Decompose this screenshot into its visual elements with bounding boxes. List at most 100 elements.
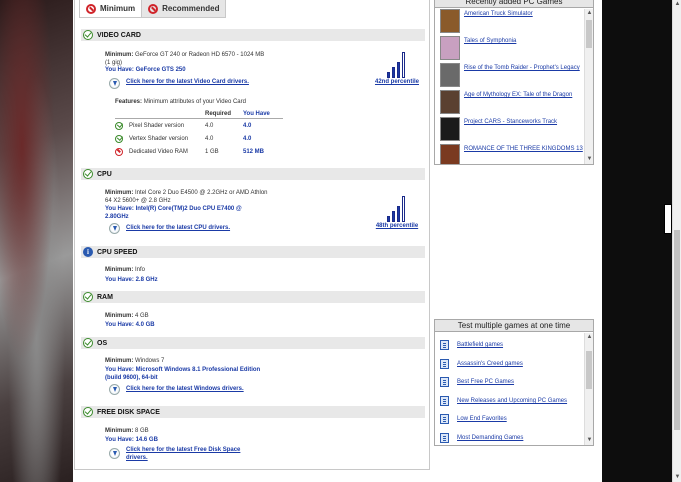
list-item[interactable]: Best Free PC Games — [440, 377, 514, 387]
multi-games-box: Test multiple games at one time Battlefi… — [434, 319, 594, 446]
game-thumbnail[interactable] — [440, 144, 460, 164]
multi-game-link[interactable]: Assassin's Creed games — [457, 361, 523, 367]
tab-minimum-label: Minimum — [100, 4, 136, 13]
list-item[interactable]: Most Demanding Games — [440, 433, 523, 443]
scroll-down-arrow-icon[interactable]: ▼ — [585, 155, 594, 164]
video-card-driver-link[interactable]: Click here for the latest Video Card dri… — [126, 79, 249, 87]
download-icon[interactable] — [109, 78, 120, 89]
multi-scrollbar-thumb[interactable] — [586, 351, 592, 389]
multi-games-title: Test multiple games at one time — [435, 320, 593, 332]
video-card-title: VIDEO CARD — [97, 31, 141, 39]
percentile-bars-icon — [369, 196, 425, 222]
page-scrollbar-thumb[interactable] — [674, 230, 680, 430]
col-you-have: You Have — [243, 110, 270, 117]
video-card-percentile[interactable]: 42nd percentile — [369, 52, 425, 85]
game-link[interactable]: ROMANCE OF THE THREE KINGDOMS 13 — [464, 144, 583, 164]
recent-games-title: Recently added PC Games — [435, 0, 593, 8]
minimum-value: Info — [135, 267, 146, 273]
download-icon[interactable] — [109, 223, 120, 234]
scroll-down-arrow-icon[interactable]: ▼ — [585, 436, 594, 445]
game-link[interactable]: American Truck Simulator — [464, 9, 583, 33]
tab-recommended-label: Recommended — [162, 4, 220, 13]
recent-games-scrollbar[interactable]: ▲ ▼ — [584, 9, 593, 164]
list-item[interactable]: Rise of the Tomb Raider - Prophet's Lega… — [440, 63, 583, 87]
minimum-value-cont: 64 X2 5600+ @ 2.8 GHz — [105, 197, 171, 204]
cpu-speed-header: i CPU SPEED — [81, 246, 425, 258]
background-art-right — [602, 0, 672, 482]
recent-games-list: American Truck Simulator Tales of Sympho… — [435, 9, 583, 164]
multi-games-scrollbar[interactable]: ▲ ▼ — [584, 333, 593, 445]
multi-game-link[interactable]: Battlefield games — [457, 342, 503, 348]
download-icon[interactable] — [109, 448, 120, 459]
download-icon[interactable] — [109, 384, 120, 395]
page-scrollbar[interactable]: ▲ ▼ — [672, 0, 681, 482]
tab-recommended[interactable]: Recommended — [142, 0, 227, 18]
os-minimum: Minimum: Windows 7 — [105, 358, 164, 366]
fail-icon — [115, 147, 123, 156]
pass-check-icon — [83, 30, 93, 40]
cpu-driver-link[interactable]: Click here for the latest CPU drivers. — [126, 225, 230, 233]
multi-game-link[interactable]: Best Free PC Games — [457, 379, 514, 385]
table-row: Pixel Shader version 4.0 4.0 — [115, 119, 283, 132]
game-thumbnail[interactable] — [440, 9, 460, 33]
game-thumbnail[interactable] — [440, 36, 460, 60]
game-thumbnail[interactable] — [440, 117, 460, 141]
game-link[interactable]: Rise of the Tomb Raider - Prophet's Lega… — [464, 63, 583, 87]
cpu-percentile[interactable]: 48th percentile — [369, 196, 425, 229]
scroll-down-arrow-icon[interactable]: ▼ — [673, 473, 681, 482]
video-card-header: VIDEO CARD — [81, 29, 425, 41]
scroll-up-arrow-icon[interactable]: ▲ — [585, 9, 594, 18]
list-item[interactable]: Low End Favorites — [440, 414, 507, 424]
list-item[interactable]: Assassin's Creed games — [440, 359, 523, 369]
minimum-value-cont: (1 gig) — [105, 59, 123, 66]
multi-game-link[interactable]: Low End Favorites — [457, 416, 507, 422]
percentile-label[interactable]: 48th percentile — [369, 223, 425, 229]
game-link[interactable]: Age of Mythology EX: Tale of the Dragon — [464, 90, 583, 114]
list-item[interactable]: Age of Mythology EX: Tale of the Dragon — [440, 90, 583, 114]
minimum-label: Minimum: — [105, 358, 134, 364]
list-item[interactable]: Tales of Symphonia — [440, 36, 583, 60]
os-header: OS — [81, 337, 425, 349]
list-icon — [440, 433, 449, 443]
scroll-up-arrow-icon[interactable]: ▲ — [585, 333, 594, 342]
game-link[interactable]: Tales of Symphonia — [464, 36, 583, 60]
list-item[interactable]: Battlefield games — [440, 340, 503, 350]
fail-icon — [148, 3, 159, 14]
list-item[interactable]: American Truck Simulator — [440, 9, 583, 33]
requirements-panel: Minimum Recommended VIDEO CARD Minimum: … — [74, 0, 430, 470]
list-item[interactable]: Project CARS - Stanceworks Track — [440, 117, 583, 141]
ram-you-have: You Have: 4.0 GB — [105, 322, 155, 328]
pass-check-icon — [83, 169, 93, 179]
list-item[interactable]: ROMANCE OF THE THREE KINGDOMS 13 — [440, 144, 583, 164]
game-link[interactable]: Project CARS - Stanceworks Track — [464, 117, 583, 141]
cpu-title: CPU — [97, 170, 112, 178]
features-value: Minimum attributes of your Video Card — [143, 99, 246, 105]
percentile-label[interactable]: 42nd percentile — [369, 79, 425, 85]
video-card-minimum: Minimum: GeForce GT 240 or Radeon HD 657… — [105, 52, 264, 67]
table-row: Vertex Shader version 4.0 4.0 — [115, 132, 283, 145]
os-driver-link[interactable]: Click here for the latest Windows driver… — [126, 386, 244, 394]
list-icon — [440, 340, 449, 350]
ram-minimum: Minimum: 4 GB — [105, 313, 149, 321]
video-card-features-table: Required You Have Pixel Shader version 4… — [115, 109, 283, 158]
game-thumbnail[interactable] — [440, 90, 460, 114]
disk-title: FREE DISK SPACE — [97, 408, 160, 416]
pass-check-icon — [115, 134, 123, 143]
list-icon — [440, 414, 449, 424]
pass-check-icon — [83, 292, 93, 302]
scroll-up-arrow-icon[interactable]: ▲ — [673, 0, 681, 9]
list-icon — [440, 396, 449, 406]
os-you-have: You Have: Microsoft Windows 8.1 Professi… — [105, 367, 261, 381]
table-header: Required You Have — [115, 109, 283, 119]
pass-check-icon — [83, 338, 93, 348]
disk-driver-link[interactable]: Click here for the latest Free Disk Spac… — [126, 447, 240, 462]
recent-scrollbar-thumb[interactable] — [586, 20, 592, 48]
game-thumbnail[interactable] — [440, 63, 460, 87]
features-label: Features: — [115, 99, 143, 105]
tab-minimum[interactable]: Minimum — [79, 0, 143, 18]
multi-game-link[interactable]: New Releases and Upcoming PC Games — [457, 398, 567, 404]
minimum-value: Windows 7 — [135, 358, 165, 364]
list-item[interactable]: New Releases and Upcoming PC Games — [440, 396, 567, 406]
multi-game-link[interactable]: Most Demanding Games — [457, 435, 523, 441]
minimum-label: Minimum: — [105, 52, 134, 58]
